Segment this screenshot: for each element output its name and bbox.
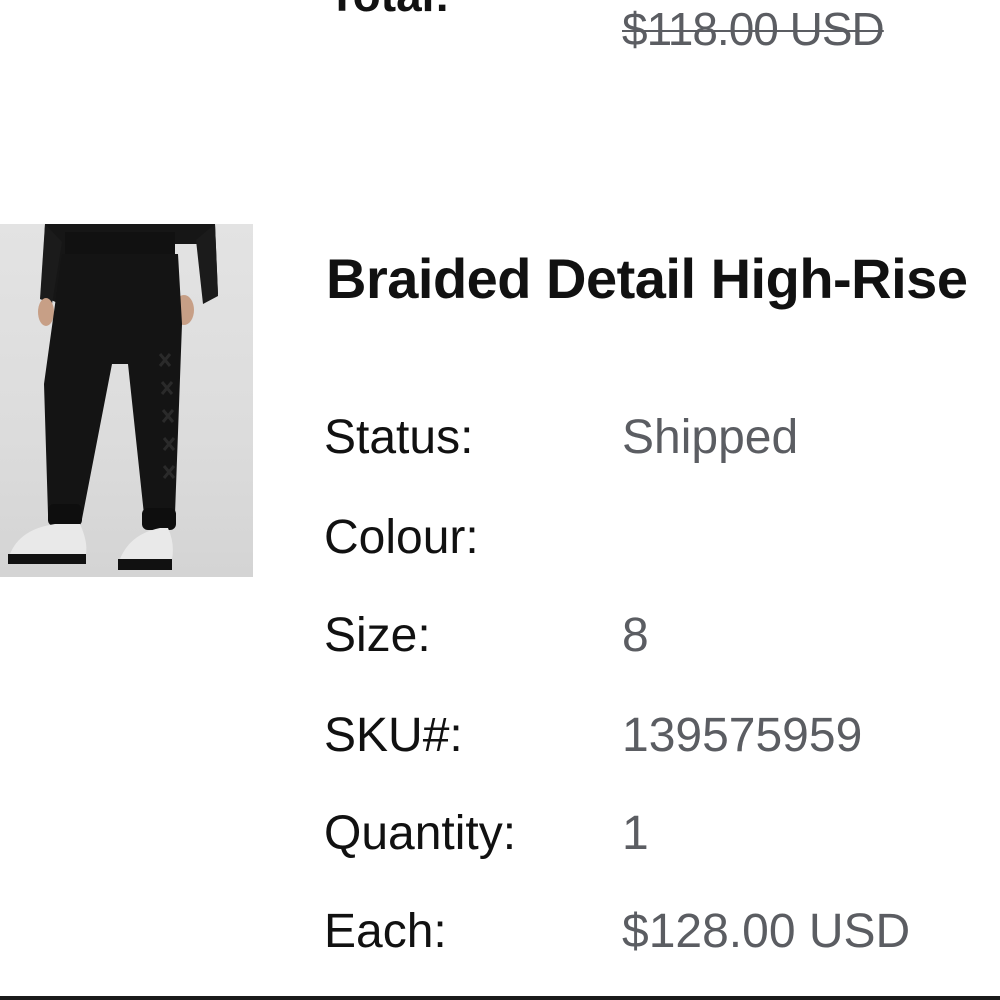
each-label: Each: — [324, 905, 447, 958]
detail-row-status: Status: Shipped — [324, 410, 1000, 470]
sku-label: SKU#: — [324, 709, 463, 762]
detail-row-sku: SKU#: 139575959 — [324, 708, 1000, 768]
product-image[interactable] — [0, 224, 253, 577]
previous-total-label: Total: — [328, 0, 450, 22]
section-divider — [0, 996, 1000, 1000]
previous-total-value: $118.00 USD — [622, 3, 885, 55]
status-label: Status: — [324, 411, 474, 464]
sku-value: 139575959 — [622, 709, 863, 762]
status-value: Shipped — [622, 411, 799, 464]
each-value: $128.00 USD — [622, 905, 911, 958]
detail-row-quantity: Quantity: 1 — [324, 806, 1000, 866]
colour-label: Colour: — [324, 511, 479, 564]
product-title[interactable]: Braided Detail High-Rise — [326, 246, 968, 311]
detail-row-size: Size: 8 — [324, 608, 1000, 668]
quantity-value: 1 — [622, 807, 649, 860]
detail-row-colour: Colour: — [324, 510, 1000, 570]
quantity-label: Quantity: — [324, 807, 517, 860]
size-value: 8 — [622, 609, 649, 662]
order-item-view: Total: $118.00 USD — [0, 0, 1000, 1000]
size-label: Size: — [324, 609, 431, 662]
detail-row-each: Each: $128.00 USD — [324, 904, 1000, 964]
